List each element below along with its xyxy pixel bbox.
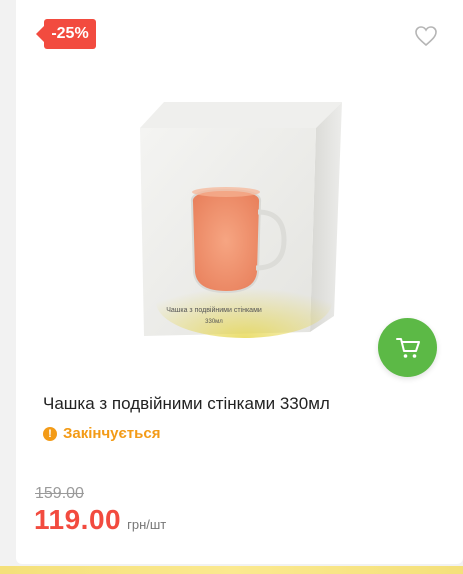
box-volume: 330мл [205, 319, 223, 325]
current-price: 119.00 [34, 504, 122, 535]
bottom-accent-strip [0, 566, 463, 574]
price-unit: грн/шт [127, 517, 167, 532]
product-image[interactable]: Чашка з подвійними стінками 330мл [134, 92, 342, 342]
shopping-cart-icon [395, 337, 420, 358]
discount-badge: -25% [36, 19, 96, 49]
product-title[interactable]: Чашка з подвійними стінками 330мл [43, 393, 433, 415]
stock-status: ! Закінчується [43, 425, 160, 442]
stock-status-text: Закінчується [63, 425, 161, 442]
favorite-button[interactable] [414, 25, 438, 47]
price-row: 119.00 грн/шт [34, 504, 166, 536]
add-to-cart-button[interactable] [378, 318, 437, 377]
exclamation-circle-icon: ! [43, 426, 57, 441]
heart-outline-icon [415, 26, 437, 47]
old-price: 159.00 [35, 485, 84, 502]
box-label: Чашка з подвійними стінками [166, 306, 262, 314]
